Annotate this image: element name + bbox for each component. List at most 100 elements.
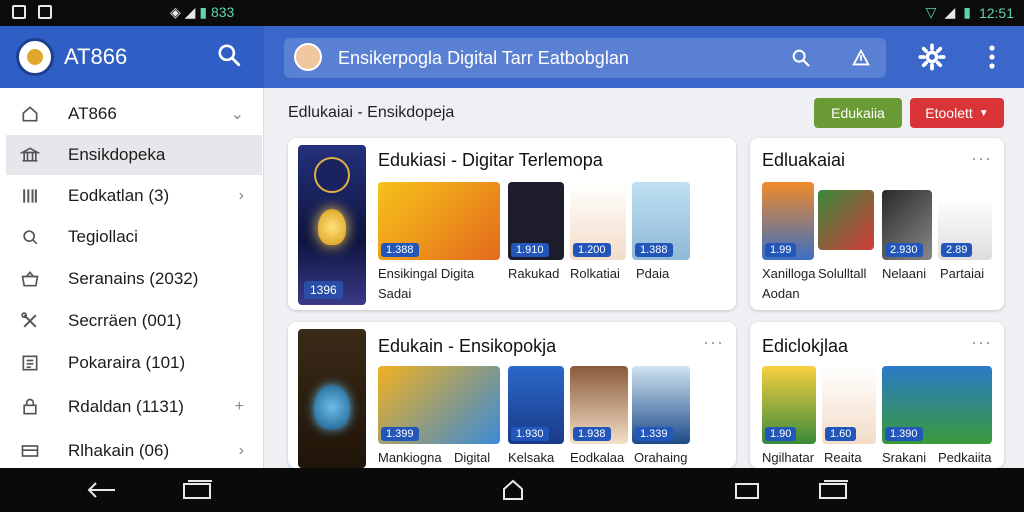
thumbnail-caption: Rakukad [508, 266, 560, 281]
thumbnail-caption: Eodkalaa [570, 450, 625, 465]
home-button[interactable] [502, 479, 524, 506]
price-badge: 1.399 [381, 427, 419, 441]
chevron-down-icon: ▼ [978, 107, 989, 119]
search-icon[interactable] [790, 47, 812, 74]
search-text: Ensikerpogla Digital Tarr Eatbobglan [338, 48, 629, 68]
signal-icon: ◢ [944, 4, 956, 20]
thumbnail[interactable]: 1.339 [632, 366, 690, 444]
system-nav-bar [0, 468, 1024, 512]
more-options-icon[interactable]: ··· [703, 332, 724, 353]
thumbnail[interactable]: 2.89 [938, 198, 992, 260]
search-button[interactable] [216, 42, 248, 74]
price-badge: 1.339 [635, 427, 673, 441]
sidebar-item-rlhakain[interactable]: Rlhakain (06) › [6, 431, 262, 471]
sidebar-item-technology[interactable]: Tegiollaci [6, 217, 262, 257]
education-button[interactable]: Edukaiia [814, 98, 902, 128]
status-mid: ◈ ◢ ▮ 833 [170, 4, 234, 21]
thumbnail-caption: Orahaing [634, 450, 688, 465]
thumbnail[interactable]: 1.99 [762, 182, 814, 260]
thumbnail[interactable]: 1.90 [762, 366, 816, 444]
signal-icon: ◢ [184, 4, 196, 20]
thumbnail-caption: Ngilhatar [762, 450, 815, 465]
thumbnail[interactable]: 1.930 [508, 366, 564, 444]
card-title: Edukiasi - Digitar Terlemopa [378, 150, 603, 170]
sidebar-item-home[interactable]: AT866 ⌄ [6, 94, 262, 134]
sidebar-item-products[interactable]: Pokaraira (101) [6, 343, 262, 383]
sidebar-item-label: Tegiollaci [68, 227, 138, 246]
thumbnail[interactable]: 1.399 [378, 366, 500, 444]
price-badge: 1.90 [765, 427, 797, 441]
overview-button[interactable] [734, 482, 760, 505]
list-icon [22, 355, 38, 371]
chevron-right-icon: › [238, 187, 244, 204]
thumbnail[interactable]: 1.390 [882, 366, 992, 444]
back-button[interactable] [86, 480, 118, 505]
price-badge: 2.89 [941, 243, 973, 257]
avatar[interactable] [294, 43, 322, 71]
search-icon [218, 44, 241, 67]
content-card[interactable]: Ediclokjlaa ··· 1.90 1.60 1.390 Ngilhata… [750, 322, 1004, 468]
card-subcaption: Sadai [378, 286, 412, 301]
multitask-button[interactable] [818, 480, 850, 505]
more-menu-button[interactable] [980, 43, 1012, 75]
sidebar-item-redaction[interactable]: Rdaldan (1131) + [6, 387, 262, 427]
sidebar-item-education[interactable]: Eodkatlan (3) › [6, 176, 262, 216]
sidebar-item-services[interactable]: Secrräen (001) [6, 301, 262, 341]
price-badge: 1.910 [511, 243, 549, 257]
thumbnail-caption: Ensikingal Digita [378, 266, 475, 281]
sidebar-item-label: Eodkatlan (3) [68, 186, 170, 205]
recents-icon [819, 480, 848, 499]
more-options-icon[interactable]: ··· [971, 148, 992, 169]
thumbnail[interactable]: 1.388 [632, 182, 690, 260]
thumbnail-caption: Xanilloga [762, 266, 816, 281]
thumbnail[interactable]: 1.910 [508, 182, 564, 260]
hero-image[interactable]: 1396 [298, 145, 366, 305]
image-icon [12, 5, 26, 19]
chevron-right-icon: › [238, 442, 244, 459]
price-badge: 1.200 [573, 243, 611, 257]
settings-button[interactable] [918, 43, 950, 75]
thumbnail[interactable]: 2.930 [882, 190, 932, 260]
bulb-icon [314, 385, 350, 429]
price-badge: 2.930 [885, 243, 923, 257]
lock-icon [23, 398, 37, 415]
thumbnail[interactable] [818, 190, 874, 250]
thumbnail-caption: Srakani [882, 450, 927, 465]
content-card[interactable]: Edluakaiai ··· 1.99 2.930 2.89 Xanilloga… [750, 138, 1004, 310]
status-clock: 12:51 [978, 4, 1014, 21]
thumbnail[interactable]: 1.938 [570, 366, 628, 444]
hero-image[interactable] [298, 329, 366, 468]
search-input[interactable]: Ensikerpogla Digital Tarr Eatbobglan [284, 38, 886, 78]
filter-dropdown-button[interactable]: Etoolett ▼ [910, 98, 1004, 128]
wifi-icon: ▽ [925, 4, 937, 20]
price-badge: 1.60 [825, 427, 857, 441]
filter-icon[interactable] [850, 47, 872, 74]
thumbnail-caption: Solulltall [818, 266, 867, 281]
thumbnail-caption: Reaita [824, 450, 862, 465]
sidebar-item-series[interactable]: Seranains (2032) [6, 259, 262, 299]
card-title: Ediclokjlaa [762, 336, 849, 356]
recents-button[interactable] [182, 480, 214, 505]
more-options-icon[interactable]: ··· [971, 332, 992, 353]
thumbnail[interactable]: 1.60 [822, 366, 876, 444]
content-card[interactable]: Edukain - Ensikopokja ··· 1.399 1.930 1.… [288, 322, 736, 468]
square-icon [735, 483, 759, 499]
thumbnail[interactable]: 1.200 [570, 182, 626, 260]
content-card[interactable]: 1396 Edukiasi - Digitar Terlemopa 1.388 … [288, 138, 736, 310]
hero-badge: 1396 [304, 281, 343, 299]
sidebar-item-label: Seranains (2032) [68, 269, 199, 288]
search-header: Ensikerpogla Digital Tarr Eatbobglan [264, 26, 1024, 88]
bank-icon [20, 147, 40, 162]
thumbnail[interactable]: 1.388 [378, 182, 500, 260]
sidebar-item-encyclopedia[interactable]: Ensikdopeka [6, 135, 262, 175]
price-badge: 1.938 [573, 427, 611, 441]
home-icon [22, 106, 38, 122]
emblem-icon [314, 157, 350, 193]
filter-dropdown-label: Etoolett [925, 105, 973, 121]
sidebar-item-label: Rlhakain (06) [68, 441, 170, 460]
thumbnail-caption: Kelsaka [508, 450, 555, 465]
sidebar-item-label: Secrräen (001) [68, 311, 182, 330]
app-header: AT866 [0, 26, 264, 88]
thumbnail-caption: Mankiogna [378, 450, 442, 465]
basket-icon [21, 270, 39, 287]
